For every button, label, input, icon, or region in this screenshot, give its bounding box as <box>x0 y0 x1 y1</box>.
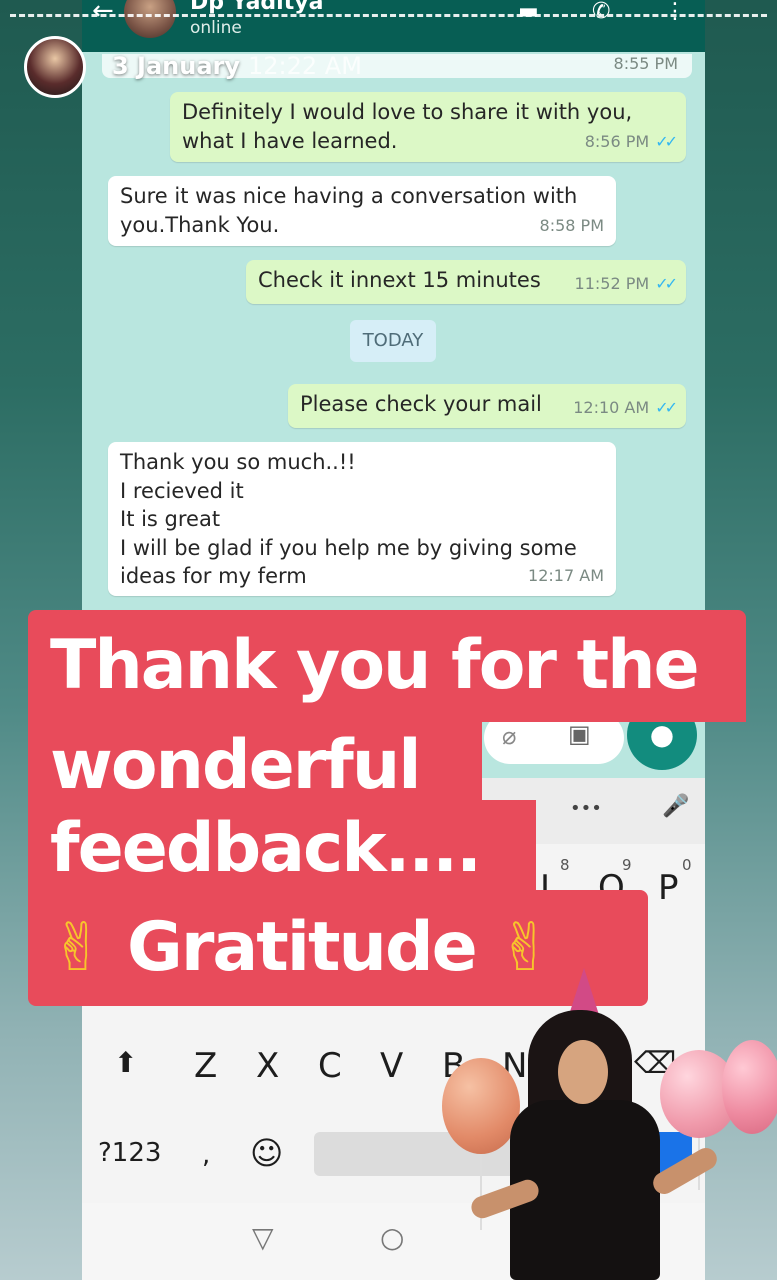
message-bubble-incoming[interactable]: Thank you so much..!! I recieved it It i… <box>108 442 616 596</box>
symbols-key[interactable]: ?123 <box>98 1138 161 1168</box>
message-time: 11:52 PM <box>574 274 650 293</box>
message-bubble-outgoing[interactable]: Definitely I would love to share it with… <box>170 92 686 162</box>
nav-back-icon[interactable]: ▽ <box>252 1221 274 1254</box>
nav-home-icon[interactable]: ○ <box>380 1221 404 1254</box>
story-date: 3 January <box>112 52 241 80</box>
read-ticks-icon: ✓✓ <box>655 274 678 293</box>
banner-line-2: wonderful <box>28 722 482 810</box>
paperclip-icon[interactable]: ⌀ <box>502 722 516 750</box>
shift-icon[interactable]: ⬆ <box>114 1046 137 1079</box>
video-call-icon[interactable]: ▬ <box>518 0 539 24</box>
banner-text: feedback.... <box>50 809 482 888</box>
story-time: 12:22 AM <box>248 52 362 80</box>
message-time: 8:55 PM <box>613 54 678 73</box>
key-v[interactable]: V <box>380 1046 403 1086</box>
read-ticks-icon: ✓✓ <box>655 398 678 417</box>
phone-icon[interactable]: ✆ <box>592 0 610 24</box>
message-time: 12:10 AM <box>573 398 650 417</box>
message-bubble-outgoing[interactable]: Please check your mail 12:10 AM ✓✓ <box>288 384 686 428</box>
key-p[interactable]: P <box>658 868 679 908</box>
woman-face <box>558 1040 608 1104</box>
message-text: Sure it was nice having a conversation w… <box>120 184 578 237</box>
contact-avatar[interactable] <box>124 0 176 38</box>
banner-text: Gratitude <box>127 908 478 987</box>
victory-hand-icon: ✌ <box>497 909 553 986</box>
arrow-left-icon[interactable]: ← <box>92 0 114 24</box>
message-bubble-outgoing[interactable]: Check it innext 15 minutes 11:52 PM ✓✓ <box>246 260 686 304</box>
message-time: 8:56 PM <box>584 132 650 151</box>
key-hint: 0 <box>682 856 692 874</box>
balloon-icon <box>442 1058 520 1154</box>
message-time: 8:58 PM <box>539 216 604 235</box>
camera-icon[interactable]: ▣ <box>568 720 591 748</box>
key-z[interactable]: Z <box>194 1046 217 1086</box>
banner-line-4: ✌ Gratitude ✌ <box>28 890 648 1006</box>
comma-key[interactable]: , <box>202 1140 210 1170</box>
contact-name[interactable]: Dp Yaditya <box>190 0 323 15</box>
emoji-icon[interactable]: ☺ <box>250 1134 283 1172</box>
more-vert-icon[interactable]: ⋮ <box>664 0 686 24</box>
banner-text: Thank you for the <box>50 626 700 705</box>
read-ticks-icon: ✓✓ <box>655 132 678 151</box>
message-meta: 12:10 AM ✓✓ <box>573 393 678 422</box>
banner-text: wonderful <box>50 726 422 805</box>
more-options-icon[interactable]: ••• <box>570 798 602 819</box>
banner-line-3: feedback.... <box>28 800 536 898</box>
story-progress-bar <box>10 14 767 17</box>
message-bubble-incoming[interactable]: Sure it was nice having a conversation w… <box>108 176 616 246</box>
message-meta: 11:52 PM ✓✓ <box>574 269 678 298</box>
mic-icon[interactable]: 🎤 <box>662 794 689 819</box>
banner-line-1: Thank you for the <box>28 610 746 722</box>
balloon-icon <box>722 1040 777 1134</box>
message-time: 12:17 AM <box>528 566 604 585</box>
story-author-avatar[interactable] <box>24 36 86 98</box>
mic-icon: ● <box>649 718 675 751</box>
key-x[interactable]: X <box>256 1046 279 1086</box>
key-hint: 8 <box>560 856 570 874</box>
message-meta: 8:56 PM ✓✓ <box>584 127 678 156</box>
victory-hand-icon: ✌ <box>50 909 106 986</box>
day-separator: TODAY <box>350 320 436 362</box>
contact-status: online <box>190 18 242 38</box>
chat-header: ← Dp Yaditya online ▬ ✆ ⋮ <box>82 0 705 52</box>
key-c[interactable]: C <box>318 1046 342 1086</box>
